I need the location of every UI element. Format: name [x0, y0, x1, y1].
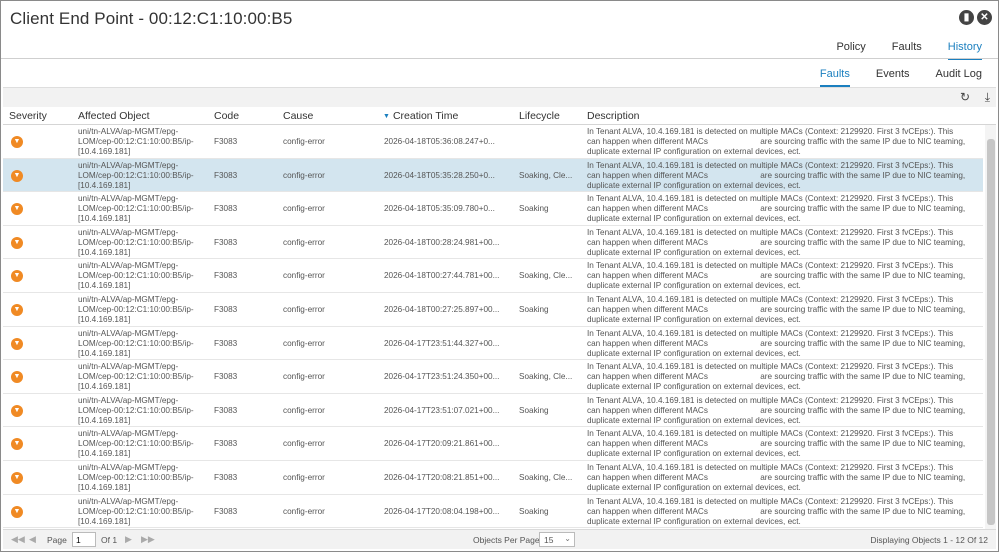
- table-row[interactable]: ▼ uni/tn-ALVA/ap-MGMT/epg- LOM/cep-00:12:…: [3, 494, 983, 529]
- affected-object-cell: uni/tn-ALVA/ap-MGMT/epg- LOM/cep-00:12:C…: [78, 295, 194, 324]
- affected-object-cell: uni/tn-ALVA/ap-MGMT/epg- LOM/cep-00:12:C…: [78, 227, 194, 257]
- table-row[interactable]: ▼ uni/tn-ALVA/ap-MGMT/epg- LOM/cep-00:12:…: [3, 326, 983, 361]
- per-page-select[interactable]: 15 ⌄: [539, 532, 575, 547]
- creation-time-cell: 2026-04-17T20:08:04.198+00...: [384, 506, 500, 516]
- code-cell: F3083: [214, 506, 238, 516]
- subtab-events[interactable]: Events: [876, 66, 910, 87]
- prev-page-icon[interactable]: ◀: [29, 534, 36, 545]
- fault-major-icon: ▼: [11, 505, 23, 518]
- refresh-icon[interactable]: ↻: [960, 90, 970, 104]
- per-page-label: Objects Per Page:: [473, 535, 542, 545]
- client-end-point-window: Client End Point - 00:12:C1:10:00:B5 ▮ ✕…: [0, 0, 999, 552]
- chevron-down-icon: ⌄: [564, 534, 571, 543]
- tab-faults[interactable]: Faults: [892, 39, 922, 60]
- first-page-icon[interactable]: ◀◀: [11, 534, 25, 545]
- divider: [1, 58, 998, 59]
- affected-object-cell: uni/tn-ALVA/ap-MGMT/epg- LOM/cep-00:12:C…: [78, 362, 194, 392]
- page-count: Of 1: [101, 535, 118, 545]
- table-row[interactable]: ▼ uni/tn-ALVA/ap-MGMT/epg- LOM/cep-00:12:…: [3, 259, 983, 293]
- table-row[interactable]: ▼ uni/tn-ALVA/ap-MGMT/epg- LOM/cep-00:12:…: [3, 427, 983, 461]
- page-label: Page: [47, 535, 67, 545]
- bookmark-icon[interactable]: ▮: [959, 10, 974, 25]
- table-header: Severity Affected Object Code Cause ▼ Cre…: [3, 107, 996, 125]
- fault-major-icon: ▼: [11, 404, 23, 417]
- table-row[interactable]: ▼ uni/tn-ALVA/ap-MGMT/epg- LOM/cep-00:12:…: [3, 293, 983, 327]
- table-body: ▼ uni/tn-ALVA/ap-MGMT/epg- LOM/cep-00:12:…: [3, 125, 983, 529]
- scrollbar-thumb[interactable]: [987, 139, 995, 525]
- page-number-input[interactable]: [72, 532, 96, 547]
- affected-object-cell: uni/tn-ALVA/ap-MGMT/epg- LOM/cep-00:12:C…: [78, 429, 194, 459]
- table-row[interactable]: ▼ uni/tn-ALVA/ap-MGMT/epg- LOM/cep-00:12:…: [3, 225, 983, 260]
- description-cell: In Tenant ALVA, 10.4.169.181 is detected…: [587, 328, 966, 358]
- affected-object-cell: uni/tn-ALVA/ap-MGMT/epg- LOM/cep-00:12:C…: [78, 194, 194, 224]
- top-tabs: Policy Faults History: [810, 39, 982, 60]
- table-row[interactable]: ▼ uni/tn-ALVA/ap-MGMT/epg- LOM/cep-00:12:…: [3, 461, 983, 495]
- download-icon[interactable]: ⤓: [985, 90, 990, 105]
- description-cell: In Tenant ALVA, 10.4.169.181 is detected…: [587, 395, 966, 425]
- fault-major-icon: ▼: [11, 438, 23, 451]
- description-cell: In Tenant ALVA, 10.4.169.181 is detected…: [587, 227, 966, 257]
- fault-major-icon: ▼: [11, 169, 23, 182]
- description-cell: In Tenant ALVA, 10.4.169.181 is detected…: [587, 261, 966, 291]
- close-icon[interactable]: ✕: [977, 10, 992, 25]
- affected-object-cell: uni/tn-ALVA/ap-MGMT/epg- LOM/cep-00:12:C…: [78, 496, 194, 526]
- col-creation-time-label: Creation Time: [392, 110, 459, 122]
- affected-object-cell: uni/tn-ALVA/ap-MGMT/epg- LOM/cep-00:12:C…: [78, 127, 194, 156]
- description-cell: In Tenant ALVA, 10.4.169.181 is detected…: [587, 429, 966, 459]
- fault-major-icon: ▼: [11, 236, 23, 249]
- subtab-faults[interactable]: Faults: [819, 66, 850, 87]
- description-cell: In Tenant ALVA, 10.4.169.181 is detected…: [587, 160, 966, 190]
- table-row[interactable]: ▼ uni/tn-ALVA/ap-MGMT/epg- LOM/cep-00:12:…: [3, 192, 983, 226]
- affected-object-cell: uni/tn-ALVA/ap-MGMT/epg- LOM/cep-00:12:C…: [78, 261, 194, 291]
- fault-major-icon: ▼: [11, 304, 23, 316]
- description-cell: In Tenant ALVA, 10.4.169.181 is detected…: [587, 194, 966, 224]
- table-row[interactable]: ▼ uni/tn-ALVA/ap-MGMT/epg- LOM/cep-00:12:…: [3, 125, 983, 159]
- title-actions: ▮ ✕: [959, 10, 992, 25]
- table-row[interactable]: ▼ uni/tn-ALVA/ap-MGMT/epg- LOM/cep-00:12:…: [3, 360, 983, 394]
- sort-desc-icon: ▼: [383, 113, 390, 120]
- fault-major-icon: ▼: [11, 136, 23, 148]
- pagination-footer: ◀◀ ◀ Page Of 1 ▶ ▶▶ Objects Per Page: 15…: [3, 529, 996, 549]
- affected-object-cell: uni/tn-ALVA/ap-MGMT/epg- LOM/cep-00:12:C…: [78, 328, 194, 358]
- fault-major-icon: ▼: [11, 270, 23, 283]
- tab-history[interactable]: History: [947, 39, 982, 60]
- table-toolbar: ↻ ⤓: [3, 87, 996, 107]
- subtab-audit-log[interactable]: Audit Log: [936, 66, 982, 87]
- col-code[interactable]: Code: [214, 110, 239, 122]
- description-cell: In Tenant ALVA, 10.4.169.181 is detected…: [587, 463, 966, 492]
- col-affected-object[interactable]: Affected Object: [78, 110, 150, 122]
- fault-major-icon: ▼: [11, 337, 23, 350]
- affected-object-cell: uni/tn-ALVA/ap-MGMT/epg- LOM/cep-00:12:C…: [78, 463, 194, 492]
- col-severity[interactable]: Severity: [9, 110, 47, 122]
- tab-policy[interactable]: Policy: [836, 39, 865, 60]
- description-cell: In Tenant ALVA, 10.4.169.181 is detected…: [587, 362, 966, 392]
- col-lifecycle[interactable]: Lifecycle: [519, 110, 560, 122]
- window-title: Client End Point - 00:12:C1:10:00:B5: [10, 9, 293, 28]
- col-cause[interactable]: Cause: [283, 110, 313, 122]
- fault-major-icon: ▼: [11, 472, 23, 484]
- next-page-icon[interactable]: ▶: [125, 534, 132, 545]
- lifecycle-cell: Soaking: [519, 506, 549, 516]
- displaying-count: Displaying Objects 1 - 12 Of 12: [870, 535, 988, 545]
- col-description[interactable]: Description: [587, 110, 640, 122]
- affected-object-cell: uni/tn-ALVA/ap-MGMT/epg- LOM/cep-00:12:C…: [78, 395, 194, 425]
- fault-major-icon: ▼: [11, 203, 23, 216]
- title-bar: Client End Point - 00:12:C1:10:00:B5 ▮ ✕: [1, 1, 998, 35]
- description-cell: In Tenant ALVA, 10.4.169.181 is detected…: [587, 295, 966, 324]
- table-row[interactable]: ▼ uni/tn-ALVA/ap-MGMT/epg- LOM/cep-00:12:…: [3, 393, 983, 428]
- per-page-value: 15: [544, 535, 554, 545]
- fault-major-icon: ▼: [11, 371, 23, 384]
- last-page-icon[interactable]: ▶▶: [141, 534, 155, 545]
- description-cell: In Tenant ALVA, 10.4.169.181 is detected…: [587, 127, 966, 156]
- vertical-scrollbar[interactable]: [985, 125, 996, 529]
- sub-tabs: Faults Events Audit Log: [794, 66, 982, 87]
- affected-object-cell: uni/tn-ALVA/ap-MGMT/epg- LOM/cep-00:12:C…: [78, 160, 194, 190]
- cause-cell: config-error: [283, 506, 325, 516]
- description-cell: In Tenant ALVA, 10.4.169.181 is detected…: [587, 496, 966, 526]
- table-row[interactable]: ▼ uni/tn-ALVA/ap-MGMT/epg- LOM/cep-00:12:…: [3, 158, 983, 193]
- col-creation-time[interactable]: ▼ Creation Time: [383, 110, 458, 122]
